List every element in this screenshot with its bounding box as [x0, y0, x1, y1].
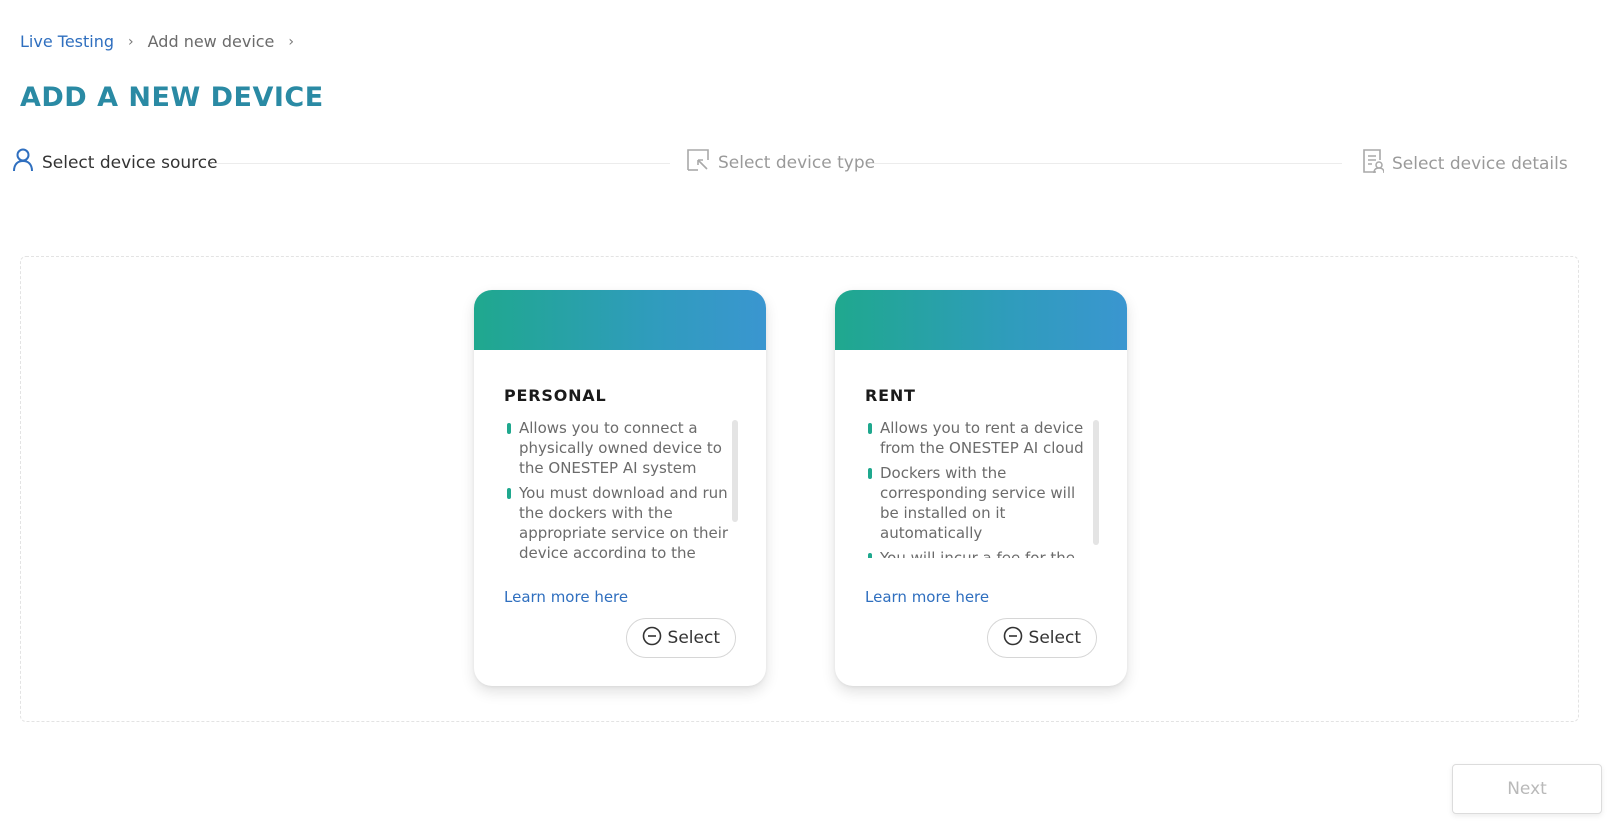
list-item: Dockers with the corresponding service w… — [865, 463, 1091, 543]
list-item-text: You must download and run the dockers wi… — [519, 484, 729, 558]
minus-circle-icon — [1003, 626, 1023, 651]
card-personal: PERSONAL Allows you to connect a physica… — [474, 290, 766, 686]
bullet-icon — [507, 423, 511, 434]
select-label: Select — [667, 628, 720, 648]
select-personal-button[interactable]: Select — [625, 618, 736, 658]
card-description-list[interactable]: Allows you to rent a device from the ONE… — [865, 418, 1091, 558]
scrollbar[interactable] — [732, 420, 738, 522]
list-item: Allows you to rent a device from the ONE… — [865, 418, 1091, 458]
document-user-icon — [1362, 148, 1385, 179]
step-label: Select device type — [718, 152, 876, 173]
bullet-icon — [507, 488, 511, 499]
user-icon — [12, 148, 34, 177]
step-connector — [870, 163, 1342, 164]
card-rent: RENT Allows you to rent a device from th… — [835, 290, 1127, 686]
card-description-list[interactable]: Allows you to connect a physically owned… — [504, 418, 730, 558]
step-select-device-type: Select device type — [686, 148, 875, 177]
select-rent-button[interactable]: Select — [986, 618, 1097, 658]
step-connector — [212, 163, 670, 164]
list-item: Allows you to connect a physically owned… — [504, 418, 730, 478]
chevron-right-icon: › — [288, 33, 295, 50]
list-item-text: Dockers with the corresponding service w… — [880, 464, 1076, 542]
step-select-device-source: Select device source — [12, 148, 218, 177]
scrollbar[interactable] — [1093, 420, 1099, 545]
next-button[interactable]: Next — [1452, 764, 1602, 814]
breadcrumb: Live Testing › Add new device › — [20, 32, 308, 51]
select-label: Select — [1028, 628, 1081, 648]
card-header-banner — [474, 290, 766, 350]
bullet-icon — [868, 423, 872, 434]
card-title: PERSONAL — [504, 386, 607, 405]
cursor-select-icon — [686, 148, 710, 177]
card-header-banner — [835, 290, 1127, 350]
list-item-text: Allows you to rent a device from the ONE… — [880, 419, 1084, 457]
bullet-icon — [868, 553, 872, 558]
card-title: RENT — [865, 386, 916, 405]
list-item-text: Allows you to connect a physically owned… — [519, 419, 722, 477]
device-source-container — [20, 256, 1579, 722]
bullet-icon — [868, 468, 872, 479]
step-label: Select device source — [42, 152, 218, 173]
list-item-text: You will incur a fee for the — [880, 549, 1075, 558]
breadcrumb-add-new-device: Add new device — [147, 32, 275, 51]
learn-more-link[interactable]: Learn more here — [865, 588, 989, 606]
learn-more-link[interactable]: Learn more here — [504, 588, 628, 606]
stepper: Select device source Select device type … — [12, 148, 1602, 178]
breadcrumb-live-testing[interactable]: Live Testing — [20, 32, 114, 51]
page-title: ADD A NEW DEVICE — [20, 82, 324, 113]
list-item: You will incur a fee for the — [865, 548, 1091, 558]
chevron-right-icon: › — [128, 33, 134, 50]
list-item: You must download and run the dockers wi… — [504, 483, 730, 558]
step-select-device-details: Select device details — [1362, 148, 1568, 179]
step-label: Select device details — [1392, 153, 1568, 174]
minus-circle-icon — [642, 626, 662, 651]
